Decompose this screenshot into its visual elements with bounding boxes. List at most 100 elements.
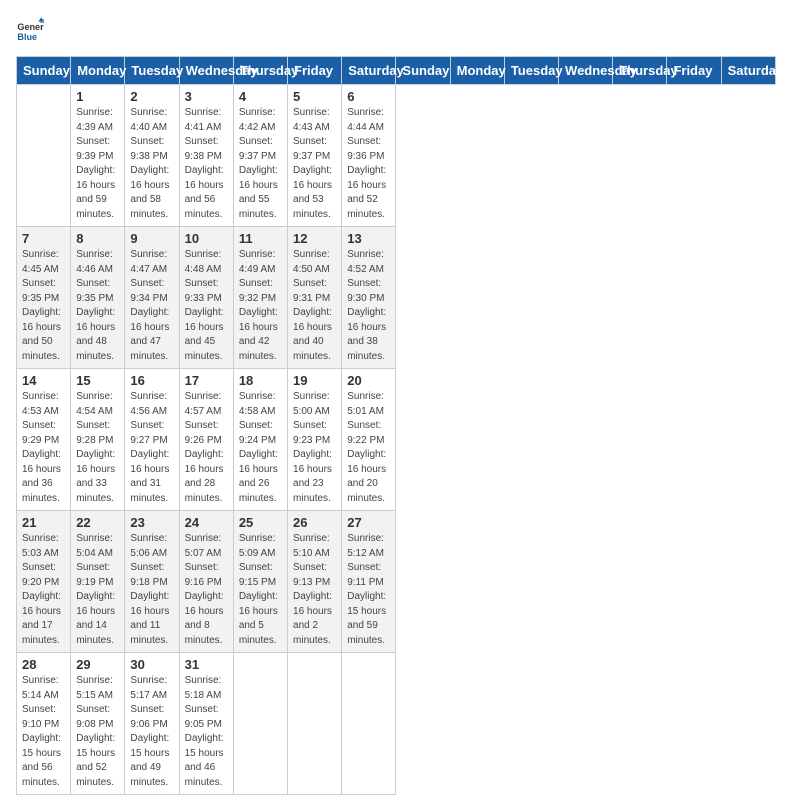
calendar-cell: 8Sunrise: 4:46 AMSunset: 9:35 PMDaylight…: [71, 227, 125, 369]
logo-icon: General Blue: [16, 16, 44, 44]
calendar-cell: 13Sunrise: 4:52 AMSunset: 9:30 PMDayligh…: [342, 227, 396, 369]
calendar-cell: 16Sunrise: 4:56 AMSunset: 9:27 PMDayligh…: [125, 369, 179, 511]
cell-info: Sunrise: 4:48 AMSunset: 9:33 PMDaylight:…: [185, 248, 228, 364]
day-number: 19: [293, 373, 336, 388]
column-header-thursday: Thursday: [233, 57, 287, 85]
calendar-week-row: 7 Sunrise: 4:45 AMSunset: 9:35 PMDaylight…: [17, 227, 776, 369]
column-header-monday: Monday: [450, 57, 504, 85]
day-number: 24: [185, 515, 228, 530]
day-number: 31: [185, 657, 228, 672]
day-number: 11: [239, 231, 282, 246]
calendar-cell: 30 Sunrise: 5:17 AMSunset: 9:06 PMDayligh…: [125, 653, 179, 795]
day-number: 22: [76, 515, 119, 530]
column-header-monday: Monday: [71, 57, 125, 85]
cell-info: Sunrise: 5:01 AMSunset: 9:22 PMDaylight:…: [347, 390, 390, 506]
cell-info: Sunrise: 5:03 AMSunset: 9:20 PMDaylight:…: [22, 532, 65, 648]
column-header-friday: Friday: [288, 57, 342, 85]
column-header-thursday: Thursday: [613, 57, 667, 85]
calendar-cell: 28Sunrise: 5:14 AMSunset: 9:10 PMDayligh…: [17, 653, 71, 795]
page-header: General Blue: [16, 16, 776, 44]
calendar-cell: 29 Sunrise: 5:15 AMSunset: 9:08 PMDayligh…: [71, 653, 125, 795]
column-header-tuesday: Tuesday: [504, 57, 558, 85]
cell-info: Sunrise: 4:41 AMSunset: 9:38 PMDaylight:…: [185, 106, 228, 222]
cell-info: Sunrise: 5:06 AMSunset: 9:18 PMDaylight:…: [130, 532, 173, 648]
cell-info: Sunrise: 5:00 AMSunset: 9:23 PMDaylight:…: [293, 390, 336, 506]
cell-info: Sunrise: 5:10 AMSunset: 9:13 PMDaylight:…: [293, 532, 336, 648]
day-number: 26: [293, 515, 336, 530]
day-number: 9: [130, 231, 173, 246]
cell-info: Sunrise: 4:57 AMSunset: 9:26 PMDaylight:…: [185, 390, 228, 506]
cell-info: Sunrise: 4:54 AMSunset: 9:28 PMDaylight:…: [76, 390, 119, 506]
cell-info: Sunrise: 5:17 AMSunset: 9:06 PMDaylight:…: [130, 674, 173, 790]
cell-info: Sunrise: 4:44 AMSunset: 9:36 PMDaylight:…: [347, 106, 390, 222]
calendar-header-row: SundayMondayTuesdayWednesdayThursdayFrid…: [17, 57, 776, 85]
cell-info: Sunrise: 4:47 AMSunset: 9:34 PMDaylight:…: [130, 248, 173, 364]
calendar-cell: 11 Sunrise: 4:49 AMSunset: 9:32 PMDayligh…: [233, 227, 287, 369]
cell-info: Sunrise: 4:53 AMSunset: 9:29 PMDaylight:…: [22, 390, 65, 506]
day-number: 14: [22, 373, 65, 388]
day-number: 17: [185, 373, 228, 388]
day-number: 12: [293, 231, 336, 246]
column-header-sunday: Sunday: [17, 57, 71, 85]
cell-info: Sunrise: 4:50 AMSunset: 9:31 PMDaylight:…: [293, 248, 336, 364]
calendar-cell: 12 Sunrise: 4:50 AMSunset: 9:31 PMDayligh…: [288, 227, 342, 369]
day-number: 30: [130, 657, 173, 672]
day-number: 7: [22, 231, 65, 246]
day-number: 29: [76, 657, 119, 672]
day-number: 5: [293, 89, 336, 104]
calendar-cell: 31 Sunrise: 5:18 AMSunset: 9:05 PMDayligh…: [179, 653, 233, 795]
column-header-wednesday: Wednesday: [559, 57, 613, 85]
calendar-cell: 20 Sunrise: 5:01 AMSunset: 9:22 PMDayligh…: [342, 369, 396, 511]
day-number: 23: [130, 515, 173, 530]
column-header-friday: Friday: [667, 57, 721, 85]
calendar-week-row: 28Sunrise: 5:14 AMSunset: 9:10 PMDayligh…: [17, 653, 776, 795]
calendar-cell: 18Sunrise: 4:58 AMSunset: 9:24 PMDayligh…: [233, 369, 287, 511]
calendar-cell: 2Sunrise: 4:40 AMSunset: 9:38 PMDaylight…: [125, 85, 179, 227]
calendar-cell: 15 Sunrise: 4:54 AMSunset: 9:28 PMDayligh…: [71, 369, 125, 511]
calendar-cell: 3 Sunrise: 4:41 AMSunset: 9:38 PMDaylight…: [179, 85, 233, 227]
cell-info: Sunrise: 5:12 AMSunset: 9:11 PMDaylight:…: [347, 532, 390, 648]
column-header-saturday: Saturday: [342, 57, 396, 85]
cell-info: Sunrise: 4:52 AMSunset: 9:30 PMDaylight:…: [347, 248, 390, 364]
svg-text:General: General: [17, 22, 44, 32]
cell-info: Sunrise: 5:18 AMSunset: 9:05 PMDaylight:…: [185, 674, 228, 790]
calendar-cell: 17 Sunrise: 4:57 AMSunset: 9:26 PMDayligh…: [179, 369, 233, 511]
cell-info: Sunrise: 4:49 AMSunset: 9:32 PMDaylight:…: [239, 248, 282, 364]
calendar-cell: [17, 85, 71, 227]
day-number: 15: [76, 373, 119, 388]
cell-info: Sunrise: 4:43 AMSunset: 9:37 PMDaylight:…: [293, 106, 336, 222]
day-number: 20: [347, 373, 390, 388]
calendar-cell: 5 Sunrise: 4:43 AMSunset: 9:37 PMDaylight…: [288, 85, 342, 227]
day-number: 3: [185, 89, 228, 104]
day-number: 25: [239, 515, 282, 530]
cell-info: Sunrise: 4:39 AMSunset: 9:39 PMDaylight:…: [76, 106, 119, 222]
cell-info: Sunrise: 4:45 AMSunset: 9:35 PMDaylight:…: [22, 248, 65, 364]
calendar-week-row: 1Sunrise: 4:39 AMSunset: 9:39 PMDaylight…: [17, 85, 776, 227]
cell-info: Sunrise: 5:04 AMSunset: 9:19 PMDaylight:…: [76, 532, 119, 648]
calendar-cell: 27 Sunrise: 5:12 AMSunset: 9:11 PMDayligh…: [342, 511, 396, 653]
calendar-table: SundayMondayTuesdayWednesdayThursdayFrid…: [16, 56, 776, 795]
column-header-sunday: Sunday: [396, 57, 450, 85]
cell-info: Sunrise: 5:15 AMSunset: 9:08 PMDaylight:…: [76, 674, 119, 790]
calendar-cell: 23 Sunrise: 5:06 AMSunset: 9:18 PMDayligh…: [125, 511, 179, 653]
calendar-cell: 19 Sunrise: 5:00 AMSunset: 9:23 PMDayligh…: [288, 369, 342, 511]
logo: General Blue: [16, 16, 48, 44]
day-number: 28: [22, 657, 65, 672]
calendar-cell: 25 Sunrise: 5:09 AMSunset: 9:15 PMDayligh…: [233, 511, 287, 653]
cell-info: Sunrise: 5:09 AMSunset: 9:15 PMDaylight:…: [239, 532, 282, 648]
calendar-week-row: 21Sunrise: 5:03 AMSunset: 9:20 PMDayligh…: [17, 511, 776, 653]
day-number: 27: [347, 515, 390, 530]
cell-info: Sunrise: 4:56 AMSunset: 9:27 PMDaylight:…: [130, 390, 173, 506]
calendar-cell: 14 Sunrise: 4:53 AMSunset: 9:29 PMDayligh…: [17, 369, 71, 511]
day-number: 6: [347, 89, 390, 104]
calendar-cell: 7 Sunrise: 4:45 AMSunset: 9:35 PMDaylight…: [17, 227, 71, 369]
day-number: 18: [239, 373, 282, 388]
day-number: 4: [239, 89, 282, 104]
cell-info: Sunrise: 4:42 AMSunset: 9:37 PMDaylight:…: [239, 106, 282, 222]
day-number: 8: [76, 231, 119, 246]
cell-info: Sunrise: 5:07 AMSunset: 9:16 PMDaylight:…: [185, 532, 228, 648]
svg-text:Blue: Blue: [17, 32, 37, 42]
calendar-cell: 6 Sunrise: 4:44 AMSunset: 9:36 PMDaylight…: [342, 85, 396, 227]
calendar-cell: [342, 653, 396, 795]
calendar-cell: 9 Sunrise: 4:47 AMSunset: 9:34 PMDaylight…: [125, 227, 179, 369]
